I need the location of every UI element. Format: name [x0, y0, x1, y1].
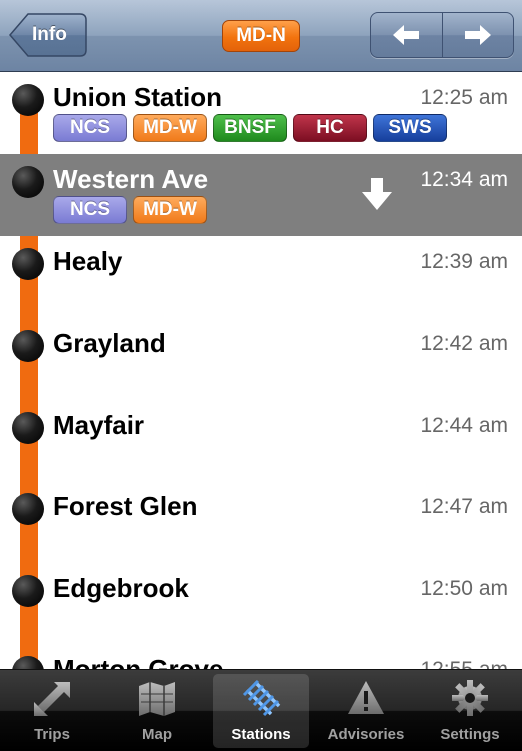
tab-advisories[interactable]: Advisories: [318, 674, 414, 748]
previous-button[interactable]: [371, 13, 443, 57]
station-row-forest-glen[interactable]: Forest Glen 12:47 am: [0, 481, 522, 563]
station-row-union-station[interactable]: Union Station 12:25 am NCS MD-W BNSF HC …: [0, 72, 522, 154]
prev-next-segmented-control: [370, 12, 514, 58]
info-back-label: Info: [32, 24, 67, 45]
station-name: Forest Glen: [53, 491, 198, 521]
station-time: 12:44 am: [420, 414, 508, 437]
station-time: 12:34 am: [420, 168, 508, 191]
station-row-grayland[interactable]: Grayland 12:42 am: [0, 318, 522, 400]
station-dot-icon: [12, 166, 44, 198]
line-badge-md-n: MD-N: [222, 20, 300, 52]
tab-label: Trips: [34, 726, 70, 743]
station-name: Morton Grove: [53, 654, 224, 669]
station-row-morton-grove[interactable]: Morton Grove 12:55 am: [0, 644, 522, 669]
station-time: 12:39 am: [420, 250, 508, 273]
connection-badge-hc: HC: [293, 114, 367, 142]
station-dot-icon: [12, 84, 44, 116]
arrow-right-icon: [465, 25, 491, 45]
gear-icon: [452, 680, 488, 716]
tab-label: Stations: [231, 726, 291, 743]
station-name: Western Ave: [53, 164, 209, 194]
station-row-edgebrook[interactable]: Edgebrook 12:50 am: [0, 563, 522, 645]
tab-bar: Trips Map Stations Advisories Settings: [0, 669, 522, 751]
tab-settings[interactable]: Settings: [422, 674, 518, 748]
tab-stations[interactable]: Stations: [213, 674, 309, 748]
connection-badge-ncs: NCS: [53, 114, 127, 142]
info-back-button[interactable]: Info: [8, 12, 88, 58]
connection-badge-md-w: MD-W: [133, 196, 207, 224]
station-dot-icon: [12, 656, 44, 669]
station-time: 12:42 am: [420, 332, 508, 355]
station-row-western-ave[interactable]: Western Ave 12:34 am NCS MD-W: [0, 154, 522, 236]
arrow-down-icon: [362, 178, 392, 210]
connection-badge-bnsf: BNSF: [213, 114, 287, 142]
connection-badge-sws: SWS: [373, 114, 447, 142]
station-row-mayfair[interactable]: Mayfair 12:44 am: [0, 400, 522, 482]
navigation-bar: Info MD-N: [0, 0, 522, 72]
station-name: Mayfair: [53, 410, 145, 440]
station-time: 12:55 am: [420, 658, 508, 669]
station-name: Union Station: [53, 82, 222, 112]
railroad-track-icon: [242, 679, 281, 717]
tab-label: Advisories: [327, 726, 405, 743]
station-list[interactable]: Union Station 12:25 am NCS MD-W BNSF HC …: [0, 72, 522, 669]
station-dot-icon: [12, 575, 44, 607]
station-time: 12:25 am: [420, 86, 508, 109]
tab-map[interactable]: Map: [109, 674, 205, 748]
station-dot-icon: [12, 248, 44, 280]
tab-trips[interactable]: Trips: [4, 674, 100, 748]
next-button[interactable]: [443, 13, 513, 57]
map-icon: [139, 682, 175, 716]
station-dot-icon: [12, 412, 44, 444]
station-time: 12:50 am: [420, 577, 508, 600]
station-time: 12:47 am: [420, 495, 508, 518]
station-dot-icon: [12, 330, 44, 362]
connection-badge-ncs: NCS: [53, 196, 127, 224]
warning-icon: [348, 681, 384, 714]
station-name: Grayland: [53, 328, 166, 358]
station-dot-icon: [12, 493, 44, 525]
tab-label: Settings: [440, 726, 500, 743]
trips-arrows-icon: [34, 682, 70, 716]
station-name: Edgebrook: [53, 573, 189, 603]
station-row-healy[interactable]: Healy 12:39 am: [0, 236, 522, 318]
arrow-left-icon: [393, 25, 419, 45]
tab-label: Map: [142, 726, 172, 743]
connection-badge-md-w: MD-W: [133, 114, 207, 142]
station-name: Healy: [53, 246, 123, 276]
